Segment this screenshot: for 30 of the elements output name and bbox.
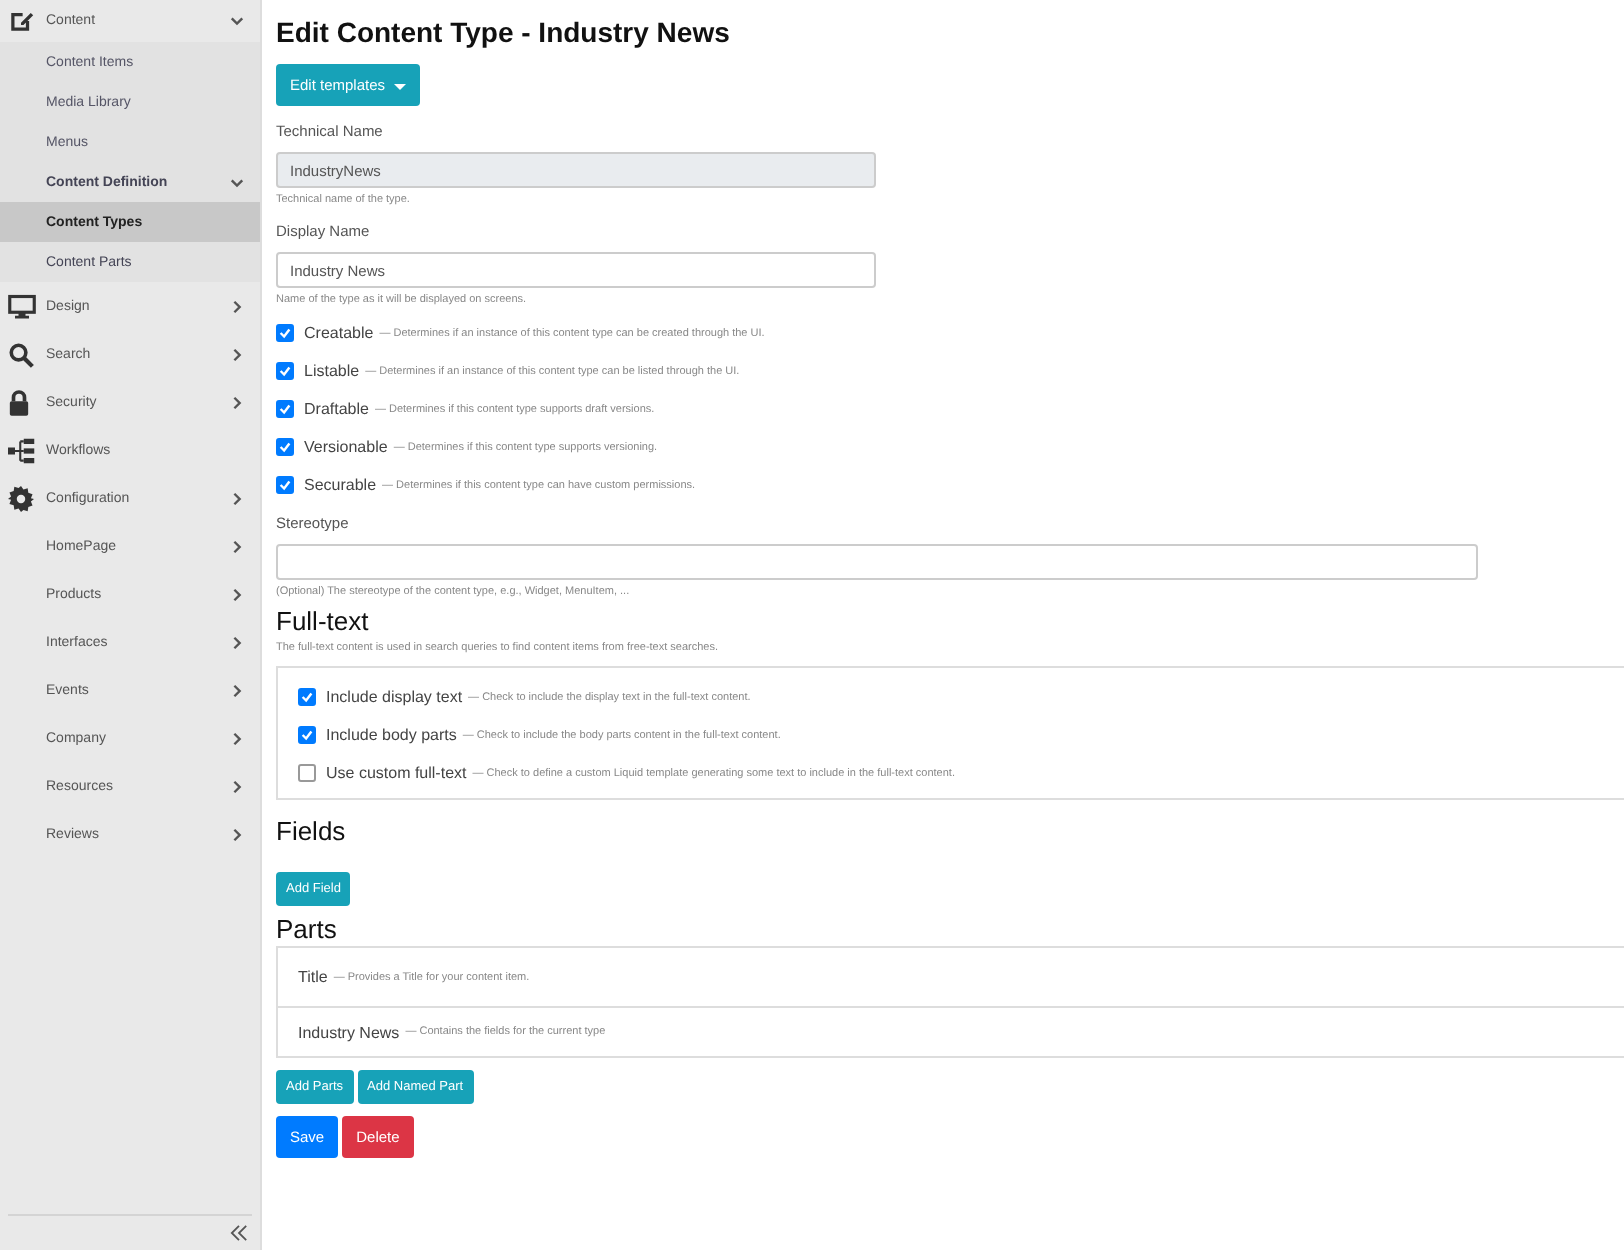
checkbox[interactable]: [298, 726, 316, 744]
checkbox[interactable]: [276, 362, 294, 380]
checkbox[interactable]: [276, 438, 294, 456]
page-title: Edit Content Type - Industry News: [276, 16, 732, 48]
checkbox[interactable]: [276, 476, 294, 494]
checkbox[interactable]: [298, 688, 316, 706]
part-name: Industry News: [298, 1023, 400, 1041]
checkbox[interactable]: [276, 324, 294, 342]
monitor-icon: [8, 293, 36, 319]
lock-icon: [8, 389, 30, 415]
checkbox[interactable]: [298, 764, 316, 782]
stereotype-field[interactable]: [276, 544, 1478, 580]
checkbox-label: Include display text: [326, 688, 463, 706]
search-icon: [8, 341, 34, 367]
section-heading: Full-text: [276, 606, 371, 636]
part-name: Title: [298, 968, 328, 986]
section-heading: Fields: [276, 816, 348, 846]
checkbox-label: Versionable: [304, 438, 388, 456]
checkbox-label: Draftable: [304, 400, 369, 418]
edit-icon: [8, 8, 34, 34]
checkbox-label: Use custom full-text: [326, 764, 467, 782]
collapse-icon[interactable]: [230, 1224, 248, 1242]
checkbox[interactable]: [276, 400, 294, 418]
checkbox-label: Listable: [304, 362, 360, 380]
checkbox-label: Creatable: [304, 324, 374, 342]
workflow-icon: [8, 437, 36, 463]
settings-icon: [8, 485, 34, 511]
section-heading: Parts: [276, 914, 339, 944]
checkbox-label: Include body parts: [326, 726, 457, 744]
checkbox-label: Securable: [304, 476, 377, 494]
